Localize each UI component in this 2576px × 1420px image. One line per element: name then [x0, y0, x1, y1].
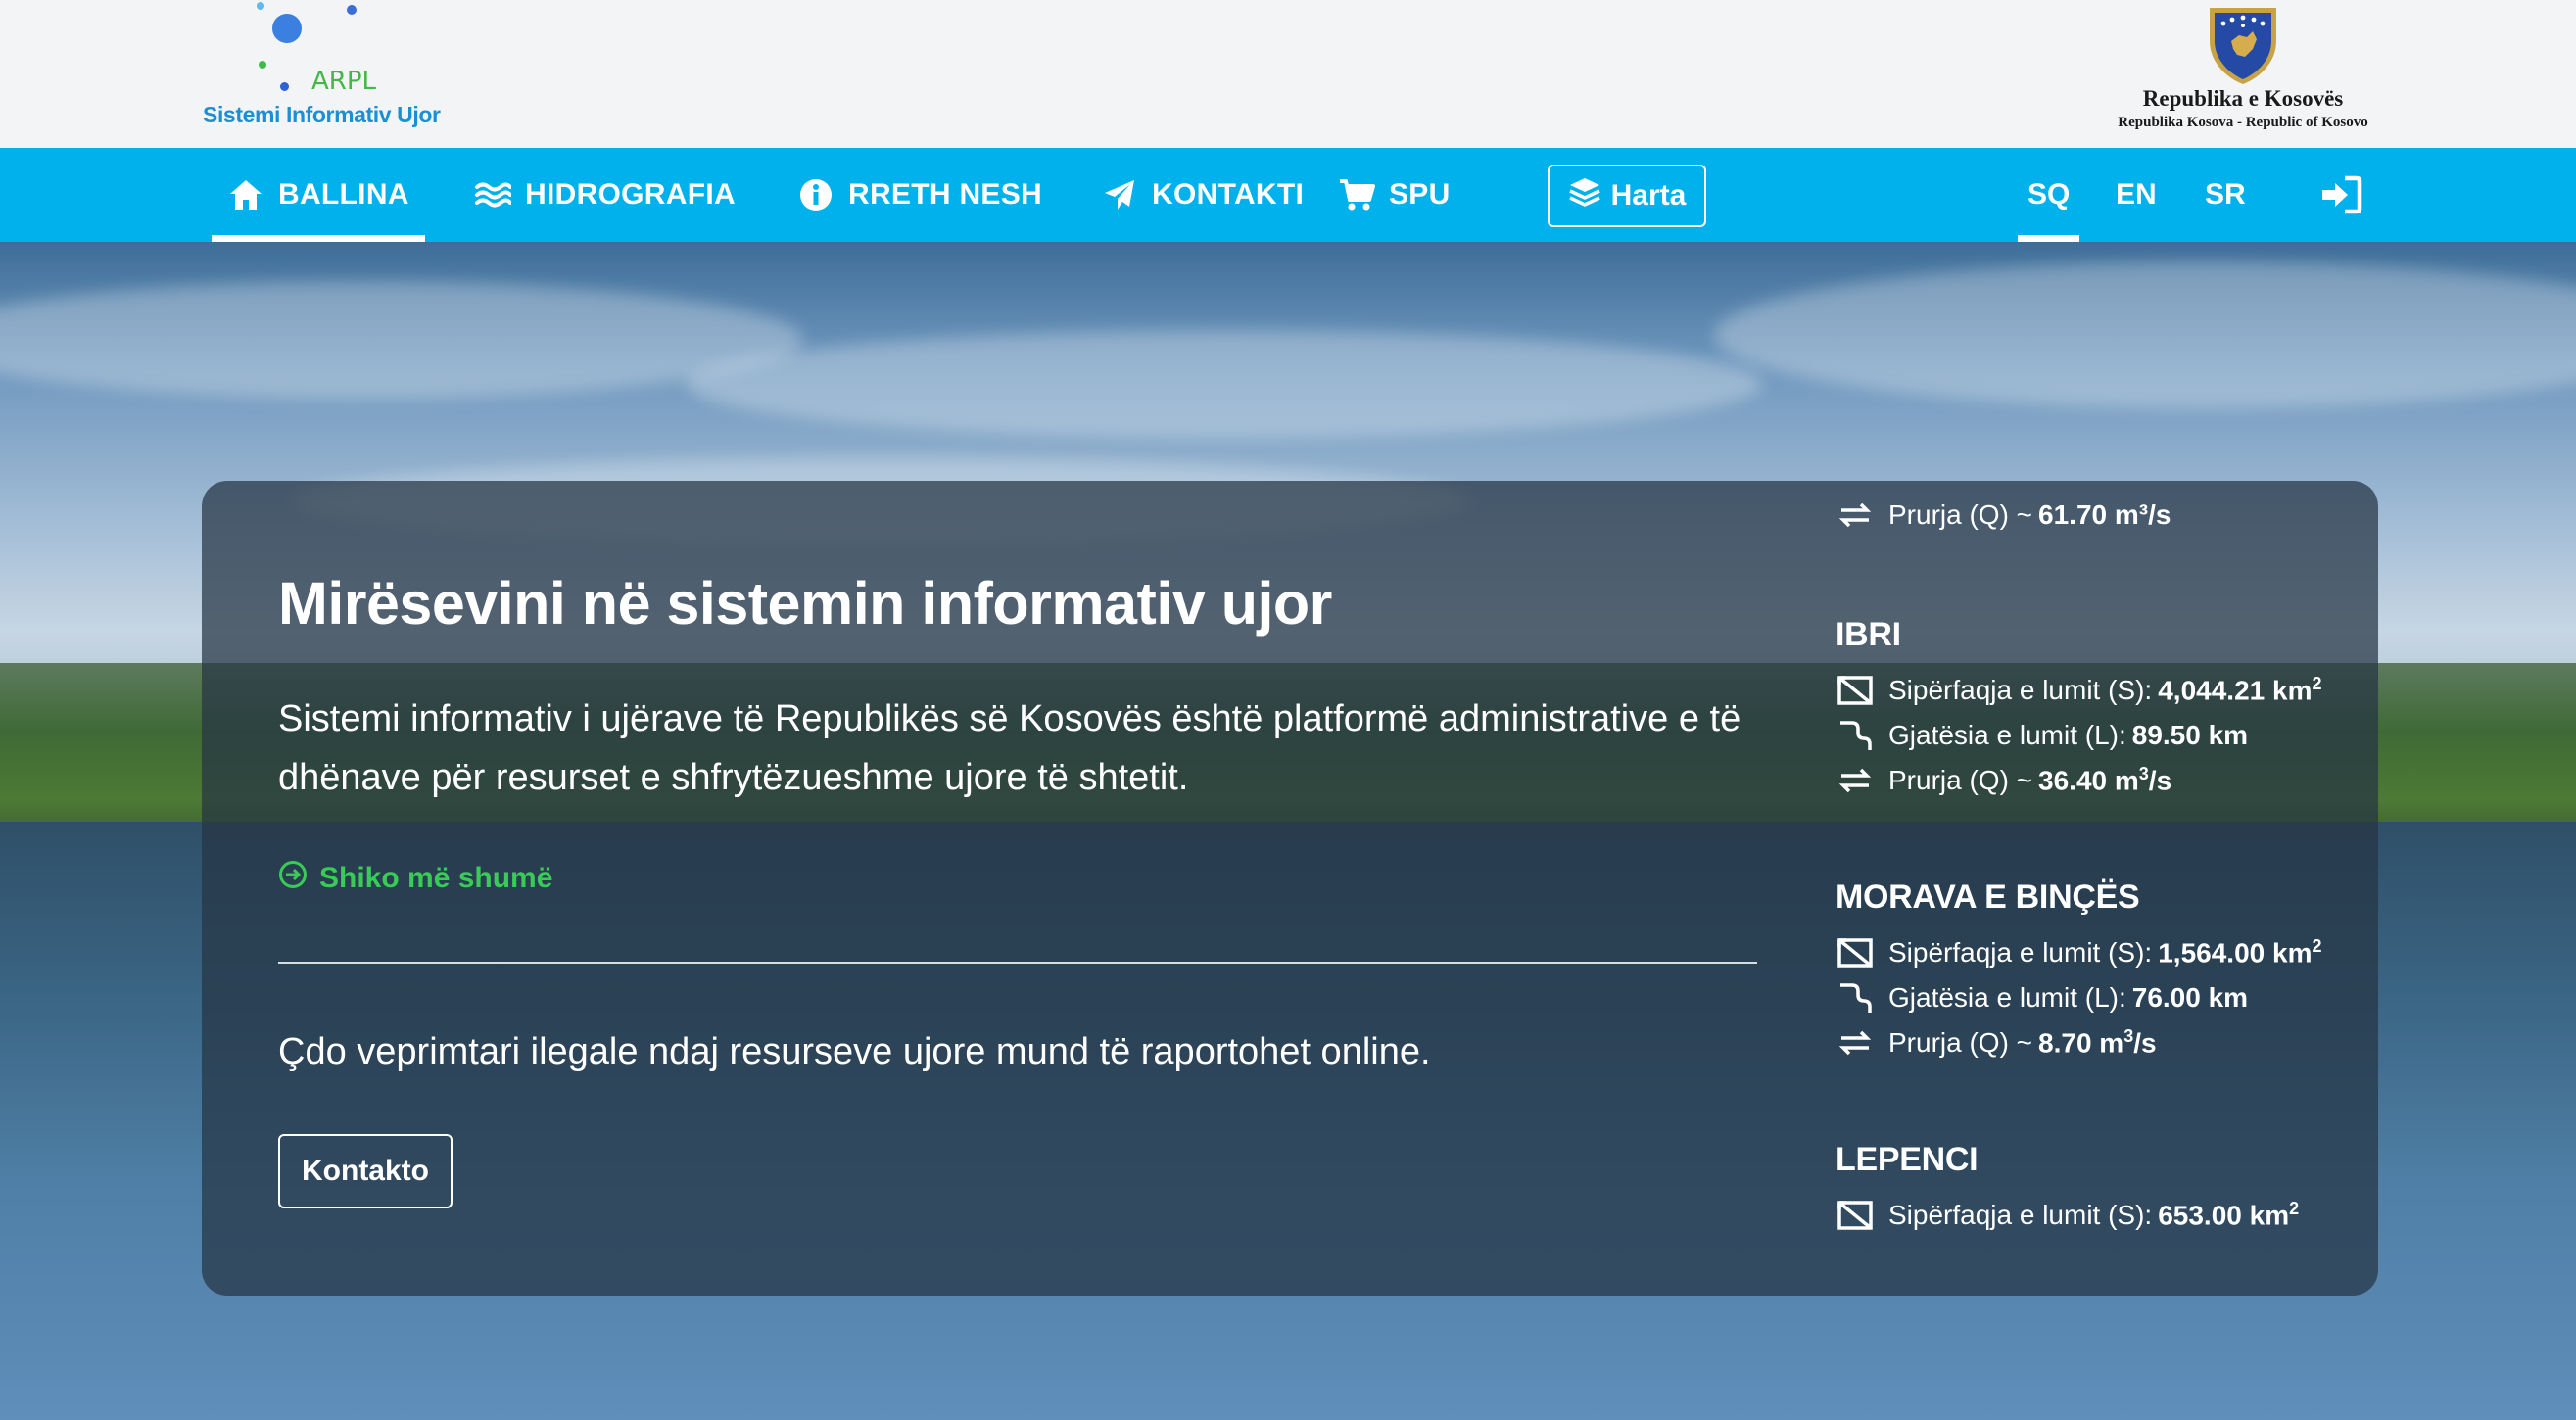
kosovo-emblem-icon: [2210, 8, 2276, 84]
report-text: Çdo veprimtari ilegale ndaj resurseve uj…: [278, 1031, 1431, 1072]
area-icon: [1836, 935, 1875, 970]
see-more-link[interactable]: Shiko më shumë: [278, 860, 552, 897]
river-flow: Prurja (Q) ~36.40 m3/s: [1836, 758, 2345, 803]
government-subtitle: Republika Kosova - Republic of Kosovo: [2118, 115, 2368, 130]
area-icon: [1836, 673, 1875, 708]
river-name: IBRI: [1836, 616, 1901, 653]
river-flow: Prurja (Q) ~8.70 m3/s: [1836, 1020, 2345, 1065]
river-area: Sipërfaqja e lumit (S): 4,044.21 km2: [1836, 668, 2345, 713]
paper-plane-icon: [1101, 176, 1138, 213]
language-sq[interactable]: SQ: [2017, 148, 2080, 242]
flow-icon: [1836, 497, 1875, 533]
contact-button[interactable]: Kontakto: [278, 1134, 453, 1208]
list-item: Prurja (Q) ~61.70 m³/s: [1836, 493, 2345, 538]
area-icon: [1836, 1198, 1875, 1233]
length-icon: [1836, 718, 1875, 753]
river-length: Gjatësia e lumit (L): 89.50 km: [1836, 713, 2345, 758]
nav-label: SPU: [1389, 178, 1451, 211]
river-name: LEPENCI: [1836, 1141, 1979, 1178]
logo-name: Sistemi Informativ Ujor: [203, 102, 441, 127]
river-area: Sipërfaqja e lumit (S): 653.00 km2: [1836, 1193, 2345, 1238]
nav-item-hidrografia[interactable]: HIDROGRAFIA: [474, 148, 736, 242]
top-header: ARPL Sistemi Informativ Ujor Republika e…: [0, 0, 2576, 148]
see-more-label: Shiko më shumë: [319, 862, 553, 894]
flow-icon: [1836, 1025, 1875, 1061]
home-icon: [227, 176, 264, 213]
nav-label: RRETH NESH: [848, 178, 1043, 211]
arrow-circle-icon: [278, 860, 308, 897]
river-area: Sipërfaqja e lumit (S): 1,564.00 km2: [1836, 930, 2345, 975]
nav-label: KONTAKTI: [1152, 178, 1305, 211]
nav-item-spu[interactable]: SPU: [1338, 148, 1451, 242]
logo-dot: [257, 2, 264, 10]
cloud: [686, 330, 1763, 438]
login-icon[interactable]: [2319, 175, 2362, 214]
language-sr[interactable]: SR: [2205, 148, 2246, 242]
map-button[interactable]: Harta: [1548, 165, 1706, 227]
government-title: Republika e Kosovës: [2142, 86, 2344, 111]
logo-dot: [272, 14, 302, 43]
logo-dot: [259, 61, 266, 69]
arpl-logo[interactable]: ARPL Sistemi Informativ Ujor: [196, 0, 451, 142]
map-button-label: Harta: [1610, 179, 1687, 212]
nav-label: BALLINA: [278, 178, 409, 211]
info-icon: [797, 176, 835, 213]
river-stats-list[interactable]: Prurja (Q) ~61.70 m³/s IBRI Sipërfaqja e…: [1836, 481, 2345, 1296]
logo-dot: [280, 82, 289, 91]
welcome-description: Sistemi informativ i ujërave të Republik…: [278, 698, 1741, 798]
nav-item-rreth-nesh[interactable]: RRETH NESH: [797, 148, 1042, 242]
river-name: MORAVA E BINÇËS: [1836, 878, 2140, 916]
welcome-panel: Mirësevini në sistemin informativ ujor S…: [202, 481, 2378, 1296]
waves-icon: [474, 176, 511, 213]
logo-dot: [347, 5, 357, 15]
government-branding: Republika e Kosovës Republika Kosova - R…: [2086, 0, 2400, 142]
nav-item-kontakti[interactable]: KONTAKTI: [1101, 148, 1304, 242]
page-title: Mirësevini në sistemin informativ ujor: [278, 570, 1332, 637]
length-icon: [1836, 980, 1875, 1016]
flow-icon: [1836, 763, 1875, 798]
logo-abbreviation: ARPL: [311, 67, 377, 96]
river-item-ibri: IBRI Sipërfaqja e lumit (S): 4,044.21 km2…: [1836, 616, 2345, 803]
cloud: [1714, 261, 2576, 408]
cart-icon: [1338, 176, 1375, 213]
river-flow: Prurja (Q) ~61.70 m³/s: [1836, 493, 2345, 538]
nav-item-ballina[interactable]: BALLINA: [212, 148, 425, 242]
layers-icon: [1568, 176, 1601, 215]
divider: [278, 962, 1757, 964]
language-en[interactable]: EN: [2116, 148, 2157, 242]
cloud: [0, 281, 803, 399]
river-item-morava-e-bincës: MORAVA E BINÇËS Sipërfaqja e lumit (S): 1…: [1836, 878, 2345, 1065]
nav-label: HIDROGRAFIA: [525, 178, 736, 211]
main-navigation: BALLINA HIDROGRAFIA RRETH NESH KONTAKTI …: [0, 148, 2576, 242]
river-item-lepenci: LEPENCI Sipërfaqja e lumit (S): 653.00 km…: [1836, 1141, 2345, 1238]
river-length: Gjatësia e lumit (L): 76.00 km: [1836, 975, 2345, 1020]
